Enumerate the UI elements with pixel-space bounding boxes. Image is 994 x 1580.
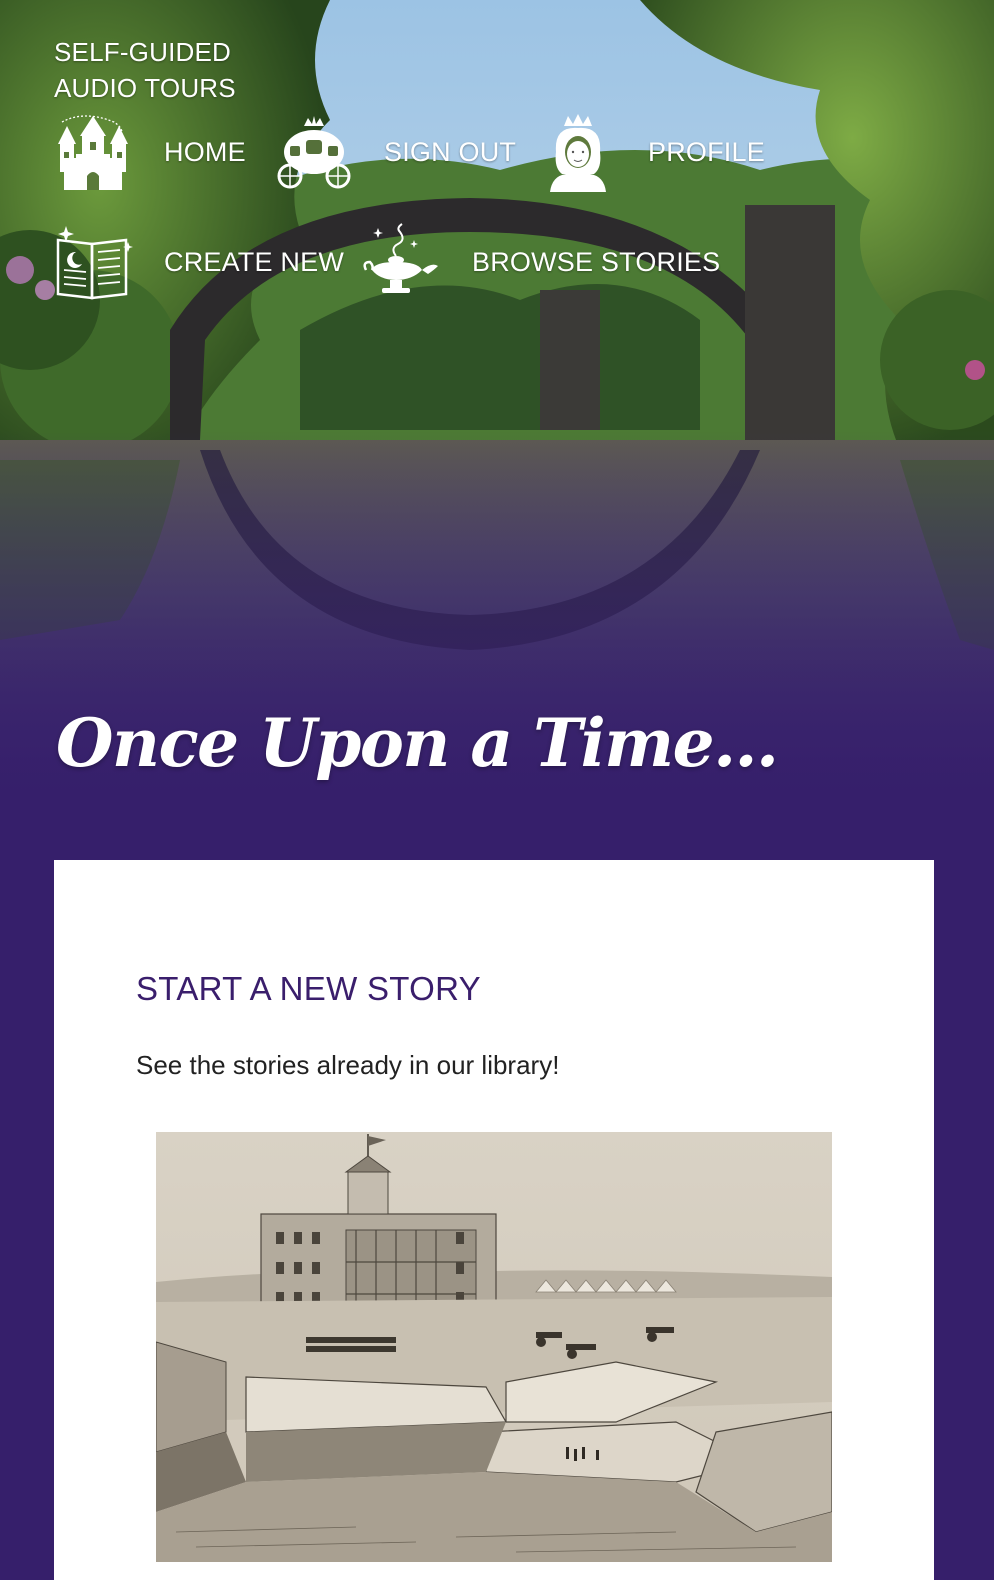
hero-title: Once Upon a Time... <box>56 704 779 783</box>
brand-line-1: SELF-GUIDED <box>54 37 232 67</box>
nav-sign-out[interactable]: SIGN OUT <box>274 112 516 192</box>
nav-home-label: HOME <box>164 136 246 167</box>
nav-profile-label: PROFILE <box>648 136 765 167</box>
princess-icon <box>550 114 606 192</box>
nav-sign-out-label: SIGN OUT <box>384 136 517 167</box>
carriage-icon <box>277 116 351 189</box>
magic-lamp-icon <box>363 223 438 293</box>
nav-browse-stories-label: BROWSE STORIES <box>472 246 721 277</box>
hero-banner: SELF-GUIDED AUDIO TOURS HOME SIGN OUT PR… <box>0 0 994 800</box>
storybook-icon <box>56 226 133 300</box>
site-brand[interactable]: SELF-GUIDED AUDIO TOURS <box>54 34 236 106</box>
nav-profile[interactable]: PROFILE <box>538 112 765 192</box>
card-description: See the stories already in our library! <box>136 1050 560 1080</box>
nav-home[interactable]: HOME <box>54 112 246 192</box>
nav-create-new[interactable]: CREATE NEW <box>54 222 344 302</box>
nav-create-new-label: CREATE NEW <box>164 246 345 277</box>
story-engraving-image[interactable] <box>156 1132 832 1562</box>
content-card: START A NEW STORY See the stories alread… <box>54 860 934 1580</box>
brand-line-2: AUDIO TOURS <box>54 73 236 103</box>
castle-icon <box>58 115 128 190</box>
nav-browse-stories[interactable]: BROWSE STORIES <box>362 222 720 302</box>
card-title: START A NEW STORY <box>136 970 481 1007</box>
